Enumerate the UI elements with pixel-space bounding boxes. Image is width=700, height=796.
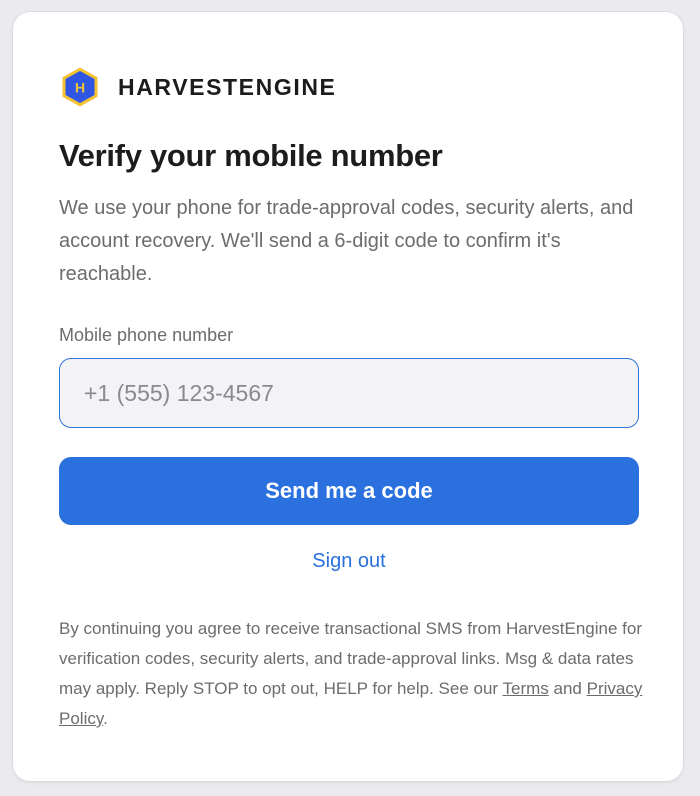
page-title: Verify your mobile number [59,138,443,173]
brand-header: H HARVESTENGINE [59,66,336,108]
legal-joiner: and [548,679,587,698]
page-description: We use your phone for trade-approval cod… [59,197,634,285]
hexagon-logo-icon: H [62,67,98,107]
phone-number-input[interactable] [59,358,639,428]
terms-link[interactable]: Terms [503,679,549,698]
phone-field-label: Mobile phone number [59,325,234,345]
brand-name: HARVESTENGINE [118,73,337,100]
send-code-button[interactable]: Send me a code [59,457,639,525]
verification-card: H HARVESTENGINE Verify your mobile numbe… [12,11,684,782]
legal-disclaimer: By continuing you agree to receive trans… [59,614,649,734]
sign-out-link[interactable]: Sign out [59,550,639,573]
logo-letter: H [75,80,85,96]
legal-end: . [103,709,108,728]
